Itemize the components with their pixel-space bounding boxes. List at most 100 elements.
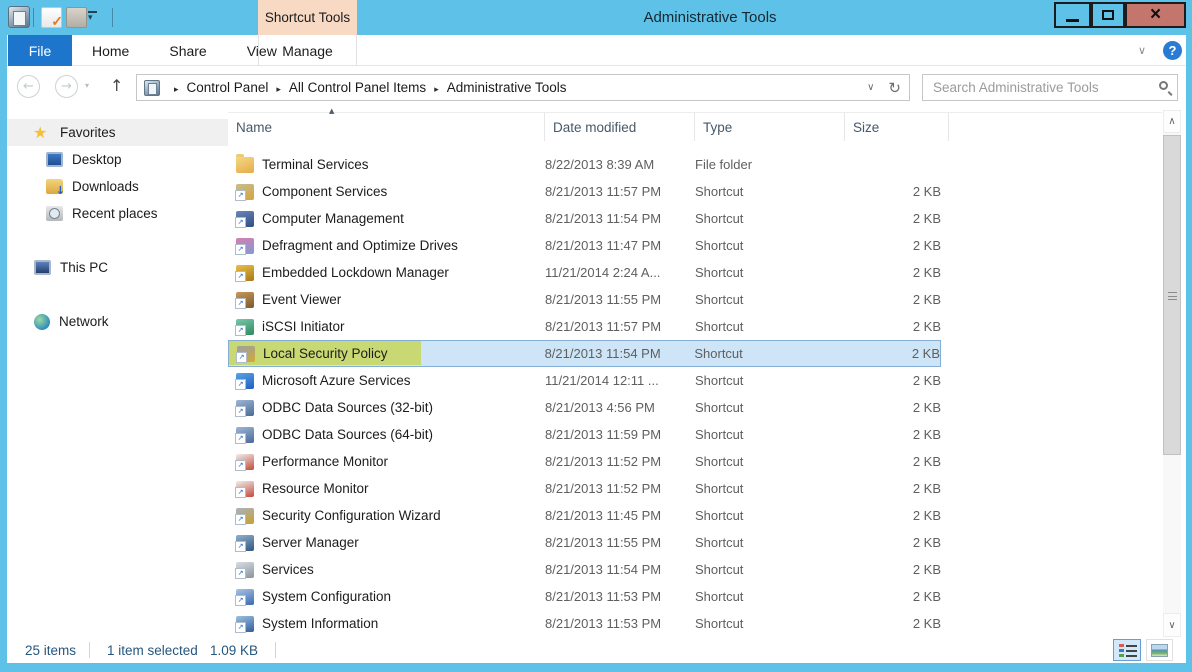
- file-row[interactable]: Component Services8/21/2013 11:57 PMShor…: [228, 178, 941, 205]
- file-date-modified: 8/21/2013 11:57 PM: [545, 184, 695, 199]
- file-type: Shortcut: [695, 562, 845, 577]
- network-icon: [34, 314, 50, 330]
- scrollbar-grip-icon: [1168, 292, 1177, 300]
- large-icons-view-button[interactable]: [1146, 639, 1173, 661]
- file-size: 2 KB: [845, 373, 941, 388]
- column-header-type[interactable]: Type: [695, 113, 845, 141]
- file-row[interactable]: iSCSI Initiator8/21/2013 11:57 PMShortcu…: [228, 313, 941, 340]
- file-size: 2 KB: [845, 400, 941, 415]
- favorites-star-icon: ★: [33, 125, 51, 140]
- file-type: Shortcut: [695, 589, 845, 604]
- file-name: Resource Monitor: [262, 481, 369, 496]
- folder-icon: [236, 157, 254, 173]
- recent-places-icon: [46, 206, 63, 221]
- close-button[interactable]: ×: [1125, 2, 1186, 28]
- file-size: 2 KB: [844, 346, 940, 361]
- sidebar-item-downloads[interactable]: Downloads: [7, 173, 228, 200]
- file-name-cell: Local Security Policy: [229, 340, 545, 367]
- odbc-icon: [236, 427, 254, 443]
- file-row[interactable]: Local Security Policy8/21/2013 11:54 PMS…: [228, 340, 941, 367]
- file-name: System Configuration: [262, 589, 391, 604]
- address-bar[interactable]: ▸Control Panel▸All Control Panel Items▸A…: [136, 74, 910, 101]
- scroll-up-button[interactable]: ∧: [1163, 110, 1181, 133]
- file-name-cell: ODBC Data Sources (64-bit): [228, 421, 545, 448]
- file-name-cell: Server Manager: [228, 529, 545, 556]
- file-row[interactable]: Security Configuration Wizard8/21/2013 1…: [228, 502, 941, 529]
- file-row[interactable]: Embedded Lockdown Manager11/21/2014 2:24…: [228, 259, 941, 286]
- search-icon[interactable]: [1159, 81, 1168, 90]
- file-row[interactable]: ODBC Data Sources (32-bit)8/21/2013 4:56…: [228, 394, 941, 421]
- address-dropdown-chevron-icon[interactable]: ∨: [867, 82, 874, 93]
- file-row[interactable]: Event Viewer8/21/2013 11:55 PMShortcut2 …: [228, 286, 941, 313]
- tab-manage[interactable]: Manage: [258, 35, 357, 66]
- column-header-name[interactable]: Name: [228, 113, 545, 141]
- sidebar-item-desktop[interactable]: Desktop: [7, 146, 228, 173]
- minimize-ribbon-chevron-icon[interactable]: ∨: [1138, 44, 1146, 57]
- sidebar-item-this-pc[interactable]: This PC: [7, 254, 228, 281]
- file-size: 2 KB: [845, 184, 941, 199]
- defragment-icon: [236, 238, 254, 254]
- window-icon[interactable]: [8, 6, 30, 28]
- file-name: Security Configuration Wizard: [262, 508, 441, 523]
- file-row[interactable]: Server Manager8/21/2013 11:55 PMShortcut…: [228, 529, 941, 556]
- window-border-left: [0, 35, 7, 663]
- tab-share[interactable]: Share: [149, 35, 226, 66]
- event-viewer-icon: [236, 292, 254, 308]
- sidebar-item-network[interactable]: Network: [7, 308, 228, 335]
- breadcrumb-item[interactable]: All Control Panel Items: [289, 80, 426, 95]
- file-size: 2 KB: [845, 508, 941, 523]
- search-input[interactable]: [923, 75, 1148, 100]
- forward-button[interactable]: →: [55, 75, 78, 98]
- breadcrumb-item[interactable]: Control Panel: [187, 80, 269, 95]
- file-type: Shortcut: [695, 616, 845, 631]
- sidebar-item-favorites[interactable]: ★Favorites: [7, 119, 228, 146]
- file-row[interactable]: Performance Monitor8/21/2013 11:52 PMSho…: [228, 448, 941, 475]
- back-button[interactable]: ←: [17, 75, 40, 98]
- file-name: Computer Management: [262, 211, 404, 226]
- server-manager-icon: [236, 535, 254, 551]
- file-name: Services: [262, 562, 314, 577]
- scrollbar-thumb[interactable]: [1163, 135, 1181, 455]
- file-date-modified: 8/21/2013 11:57 PM: [545, 319, 695, 334]
- file-row[interactable]: Services8/21/2013 11:54 PMShortcut2 KB: [228, 556, 941, 583]
- file-row[interactable]: Computer Management8/21/2013 11:54 PMSho…: [228, 205, 941, 232]
- qat-new-folder-button[interactable]: [66, 7, 87, 28]
- help-button[interactable]: ?: [1163, 41, 1182, 60]
- file-row[interactable]: System Configuration8/21/2013 11:53 PMSh…: [228, 583, 941, 610]
- file-row[interactable]: Microsoft Azure Services11/21/2014 12:11…: [228, 367, 941, 394]
- details-view-button[interactable]: [1113, 639, 1141, 661]
- scroll-down-button[interactable]: ∨: [1163, 613, 1181, 637]
- sidebar-item-recent-places[interactable]: Recent places: [7, 200, 228, 227]
- file-row[interactable]: System Information8/21/2013 11:53 PMShor…: [228, 610, 941, 637]
- minimize-button[interactable]: [1054, 2, 1091, 28]
- column-header-date-modified[interactable]: Date modified: [545, 113, 695, 141]
- location-icon: [144, 80, 160, 96]
- minimize-icon: [1066, 19, 1079, 22]
- sidebar-item-label: Downloads: [72, 179, 139, 194]
- vertical-scrollbar[interactable]: ∧ ∨: [1163, 110, 1181, 637]
- window-border-right: [1186, 35, 1192, 663]
- column-header-size[interactable]: Size: [845, 113, 949, 141]
- file-size: 2 KB: [845, 319, 941, 334]
- qat-customize-chevron-icon[interactable]: ▾: [88, 11, 97, 23]
- odbc-icon: [236, 400, 254, 416]
- explorer-window: ▾ Shortcut Tools Administrative Tools × …: [0, 0, 1192, 672]
- title-bar: ▾ Shortcut Tools Administrative Tools ×: [0, 0, 1192, 35]
- file-row[interactable]: ODBC Data Sources (64-bit)8/21/2013 11:5…: [228, 421, 941, 448]
- file-size: 2 KB: [845, 265, 941, 280]
- qat-properties-button[interactable]: [41, 7, 62, 28]
- up-button[interactable]: ↑: [110, 76, 123, 95]
- performance-monitor-icon: [236, 454, 254, 470]
- breadcrumb-arrow-icon: ▸: [434, 85, 439, 95]
- maximize-button[interactable]: [1091, 2, 1125, 28]
- tab-file[interactable]: File: [8, 35, 72, 66]
- file-name-cell: System Configuration: [228, 583, 545, 610]
- file-row[interactable]: Defragment and Optimize Drives8/21/2013 …: [228, 232, 941, 259]
- breadcrumb-item[interactable]: Administrative Tools: [447, 80, 567, 95]
- recent-locations-chevron-icon[interactable]: ▾: [85, 81, 89, 90]
- refresh-icon[interactable]: ↻: [888, 79, 901, 97]
- file-row[interactable]: Terminal Services8/22/2013 8:39 AMFile f…: [228, 151, 941, 178]
- file-name: Server Manager: [262, 535, 359, 550]
- tab-home[interactable]: Home: [72, 35, 149, 66]
- file-row[interactable]: Resource Monitor8/21/2013 11:52 PMShortc…: [228, 475, 941, 502]
